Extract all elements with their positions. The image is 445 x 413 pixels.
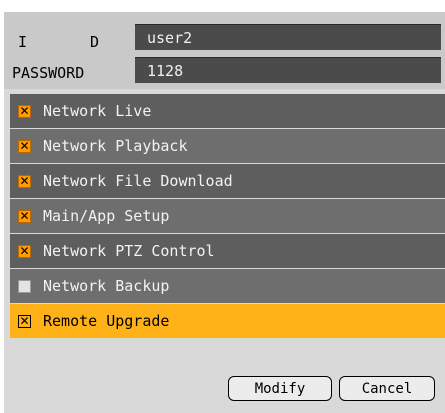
permission-row[interactable]: ✕ Network File Download (10, 164, 445, 198)
checkbox-checked-icon[interactable]: ✕ (18, 174, 31, 188)
checkbox-unchecked-icon[interactable] (18, 279, 31, 293)
permission-row[interactable]: ✕ Main/App Setup (10, 199, 445, 233)
permission-label: Network Live (43, 102, 152, 120)
cancel-button[interactable]: Cancel (339, 376, 435, 401)
permission-row[interactable]: ✕ Network PTZ Control (10, 234, 445, 268)
checkbox-checked-icon[interactable]: ✕ (18, 244, 31, 258)
user-permission-dialog: ID user2 PASSWORD 1128 ✕ Network Live ✕ … (4, 12, 445, 413)
password-label: PASSWORD (12, 64, 85, 82)
permission-label: Remote Upgrade (43, 312, 170, 330)
permission-row[interactable]: ✕ Network Live (10, 94, 445, 128)
checkbox-checked-icon[interactable]: ✕ (18, 104, 31, 118)
checkbox-checked-icon[interactable]: ✕ (18, 314, 31, 328)
permission-label: Main/App Setup (43, 207, 170, 225)
top-border (0, 0, 445, 12)
permission-label: Network Playback (43, 137, 188, 155)
permission-label: Network File Download (43, 172, 233, 190)
permission-row-selected[interactable]: ✕ Remote Upgrade (10, 304, 445, 338)
permission-row[interactable]: Network Backup (10, 269, 445, 303)
permission-row[interactable]: ✕ Network Playback (10, 129, 445, 163)
checkbox-checked-icon[interactable]: ✕ (18, 139, 31, 153)
id-field[interactable]: user2 (135, 24, 441, 50)
permission-label: Network PTZ Control (43, 242, 215, 260)
permission-label: Network Backup (43, 277, 170, 295)
modify-button[interactable]: Modify (228, 376, 332, 401)
credentials-panel: ID user2 PASSWORD 1128 (4, 12, 445, 89)
checkbox-checked-icon[interactable]: ✕ (18, 209, 31, 223)
permission-list: ✕ Network Live ✕ Network Playback ✕ Netw… (10, 94, 445, 339)
password-field[interactable]: 1128 (135, 57, 441, 83)
